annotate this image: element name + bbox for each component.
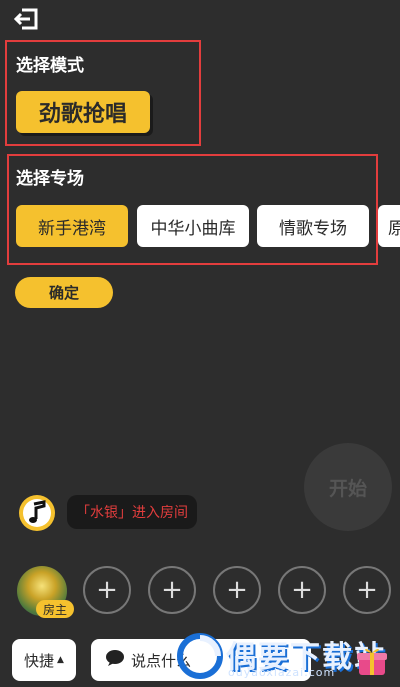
join-room-message: 「水银」进入房间 <box>67 495 197 529</box>
music-note-icon <box>18 494 56 532</box>
venue-chip-row: 新手港湾 中华小曲库 情歌专场 原 <box>16 205 400 249</box>
confirm-button[interactable]: 确定 <box>15 277 113 308</box>
venue-section-title: 选择专场 <box>16 169 84 189</box>
venue-chip-love-songs[interactable]: 情歌专场 <box>257 205 369 247</box>
start-button[interactable]: 开始 <box>304 443 392 531</box>
watermark-url: ouyaoxiazai.com <box>228 666 336 679</box>
seat-empty[interactable]: + <box>213 566 261 614</box>
venue-chip-partial[interactable]: 原 <box>378 205 400 247</box>
gift-icon[interactable] <box>356 645 388 677</box>
venue-chip-beginner[interactable]: 新手港湾 <box>16 205 128 247</box>
seat-empty[interactable]: + <box>278 566 326 614</box>
host-badge: 房主 <box>36 600 74 618</box>
exit-icon[interactable] <box>13 8 40 30</box>
venue-chip-chinese-songs[interactable]: 中华小曲库 <box>137 205 249 247</box>
chat-bubble-icon <box>105 649 125 671</box>
mode-section-title: 选择模式 <box>16 56 84 76</box>
mode-option-selected[interactable]: 劲歌抢唱 <box>16 91 150 133</box>
seat-empty[interactable]: + <box>83 566 131 614</box>
seat-empty[interactable]: + <box>343 566 391 614</box>
quick-button[interactable]: 快捷 ▲ <box>12 639 76 681</box>
watermark-logo <box>176 632 224 680</box>
caret-up-icon: ▲ <box>57 655 64 665</box>
quick-label: 快捷 <box>24 651 55 670</box>
seat-empty[interactable]: + <box>148 566 196 614</box>
